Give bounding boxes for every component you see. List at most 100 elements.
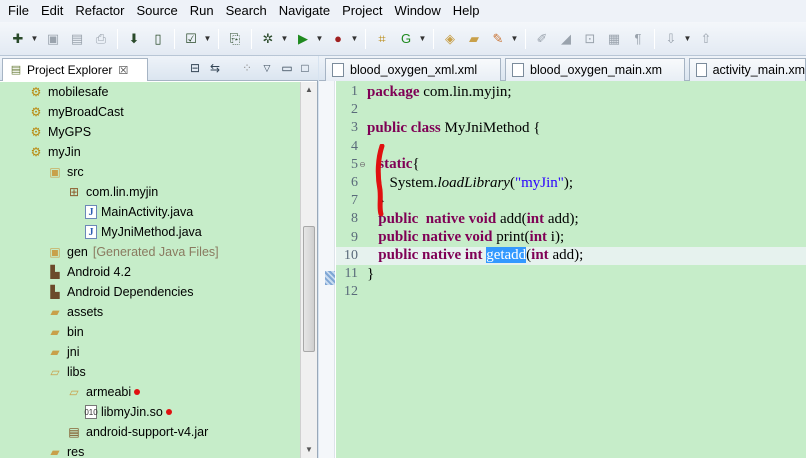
menu-help[interactable]: Help: [447, 0, 486, 22]
code-line[interactable]: 10 public native int getadd(int add);: [336, 246, 806, 265]
code-line[interactable]: 5 ⊖ static{: [336, 156, 806, 174]
toggle-mark-occurrences-icon[interactable]: ✐: [532, 29, 552, 49]
tree-item[interactable]: ▰ jni: [47, 342, 79, 362]
menu-search[interactable]: Search: [220, 0, 273, 22]
debug-icon[interactable]: ✲: [258, 29, 278, 49]
menu-source[interactable]: Source: [131, 0, 184, 22]
toolbar-separator: [525, 28, 526, 49]
menu-file[interactable]: File: [2, 0, 35, 22]
tree-item[interactable]: ⚙ myBroadCast: [28, 102, 124, 122]
maximize-icon[interactable]: □: [296, 60, 314, 76]
tree-item[interactable]: ▱ armeabi: [66, 382, 141, 402]
block-selection-icon[interactable]: ⊡: [580, 29, 600, 49]
code-token: loadLibrary: [437, 174, 510, 191]
tree-item-label: MyJniMethod.java: [101, 225, 202, 239]
code-line[interactable]: 9 public native void print(int i);: [336, 229, 806, 247]
menu-navigate[interactable]: Navigate: [273, 0, 336, 22]
code-line[interactable]: 2: [336, 101, 806, 119]
close-icon[interactable]: ☒: [118, 64, 128, 77]
run-icon[interactable]: ▶: [293, 29, 313, 49]
show-paragraph-icon[interactable]: ¶: [628, 29, 648, 49]
tree-item[interactable]: ▱ libs: [47, 362, 85, 382]
tree-item[interactable]: ▤ android-support-v4.jar: [66, 422, 208, 442]
code-view[interactable]: 1 package com.lin.myjin; 2 3 public class My…: [336, 81, 806, 458]
show-whitespace-icon[interactable]: ▦: [604, 29, 624, 49]
tree-scrollbar[interactable]: ▲ ▼: [300, 82, 317, 458]
task-dropdown-icon[interactable]: ▼: [203, 29, 212, 49]
next-annotation-icon[interactable]: ⇩: [661, 29, 681, 49]
editor-tab[interactable]: activity_main.xm: [689, 58, 806, 81]
menu-project[interactable]: Project: [336, 0, 388, 22]
new-class-icon[interactable]: G: [396, 29, 416, 49]
view-menu-icon[interactable]: ▽: [258, 60, 276, 76]
editor-tab[interactable]: blood_oxygen_xml.xml: [325, 58, 501, 81]
new-dropdown-icon[interactable]: ▼: [30, 29, 39, 49]
fold-toggle-icon[interactable]: ⊖: [358, 160, 367, 169]
new-wizard-icon[interactable]: ✚: [8, 29, 28, 49]
tree-item[interactable]: 010 libmyJin.so: [84, 402, 172, 422]
scrollbar-thumb[interactable]: [303, 226, 315, 352]
menu-edit[interactable]: Edit: [35, 0, 69, 22]
new-java-project-icon[interactable]: ⌗: [372, 29, 392, 49]
tree-item[interactable]: ⊞ com.lin.myjin: [66, 182, 158, 202]
link-with-editor-icon[interactable]: ⇆: [206, 60, 224, 76]
code-line[interactable]: 6 System.loadLibrary("myJin");: [336, 174, 806, 192]
menu-refactor[interactable]: Refactor: [69, 0, 130, 22]
code-line[interactable]: 3 public class MyJniMethod {: [336, 119, 806, 137]
task-checkbox-icon[interactable]: ☑: [181, 29, 201, 49]
menu-run[interactable]: Run: [184, 0, 220, 22]
external-tools-icon[interactable]: ●: [328, 29, 348, 49]
source-folder-icon: ▣: [49, 165, 61, 179]
menu-bar: File Edit Refactor Source Run Search Navigate P…: [0, 0, 806, 22]
search-torch-icon[interactable]: ✎: [488, 29, 508, 49]
tab-project-explorer[interactable]: ▤ Project Explorer ☒: [2, 58, 148, 81]
minimize-icon[interactable]: ▭: [278, 60, 296, 76]
code-line[interactable]: 11}: [336, 265, 806, 283]
code-line[interactable]: 8 public native void add(int add);: [336, 210, 806, 228]
code-line[interactable]: 1 package com.lin.myjin;: [336, 83, 806, 101]
android-avd-manager-icon[interactable]: ▯: [148, 29, 168, 49]
tree-item[interactable]: ⚙ myJin: [28, 142, 81, 162]
tree-item[interactable]: ▣ src: [47, 162, 83, 182]
open-type-icon[interactable]: ◈: [440, 29, 460, 49]
new-android-file-icon[interactable]: ⎘: [225, 29, 245, 49]
search-dropdown-icon[interactable]: ▼: [510, 29, 519, 49]
external-tools-dropdown-icon[interactable]: ▼: [350, 29, 359, 49]
save-all-icon[interactable]: ▤: [67, 29, 87, 49]
scroll-down-icon[interactable]: ▼: [301, 442, 317, 458]
line-number: 11: [344, 266, 358, 281]
tree-item[interactable]: ▙ Android Dependencies: [47, 282, 193, 302]
run-dropdown-icon[interactable]: ▼: [315, 29, 324, 49]
tree-item[interactable]: ⚙ MyGPS: [28, 122, 91, 142]
line-number: 9: [351, 229, 358, 245]
code-line[interactable]: 4: [336, 138, 806, 156]
toggle-highlight-icon[interactable]: ◢: [556, 29, 576, 49]
collapse-all-icon[interactable]: ⊟: [186, 60, 204, 76]
new-class-dropdown-icon[interactable]: ▼: [418, 29, 427, 49]
previous-annotation-icon[interactable]: ⇧: [696, 29, 716, 49]
tree-item[interactable]: ⚙ mobilesafe: [28, 82, 109, 102]
tree-item[interactable]: J MainActivity.java: [85, 202, 193, 222]
code-line[interactable]: 12: [336, 283, 806, 301]
debug-dropdown-icon[interactable]: ▼: [280, 29, 289, 49]
code-line[interactable]: 7 }: [336, 192, 806, 210]
scroll-up-icon[interactable]: ▲: [301, 82, 317, 98]
android-sdk-manager-icon[interactable]: ⬇: [124, 29, 144, 49]
editor-tab[interactable]: blood_oxygen_main.xm: [505, 58, 685, 81]
tree-item[interactable]: ▙ Android 4.2: [47, 262, 131, 282]
folder-open-icon: ▱: [50, 365, 60, 379]
tree-item[interactable]: J MyJniMethod.java: [85, 222, 202, 242]
tree-item[interactable]: ▰ assets: [47, 302, 103, 322]
library-icon: ▙: [50, 265, 60, 279]
tree-item[interactable]: ▰ res: [47, 442, 84, 458]
focus-icon[interactable]: ⁘: [238, 60, 256, 76]
open-folder-icon[interactable]: ▰: [464, 29, 484, 49]
menu-window[interactable]: Window: [389, 0, 447, 22]
tree-item[interactable]: ▣ gen [Generated Java Files]: [47, 242, 218, 262]
save-icon[interactable]: ▣: [43, 29, 63, 49]
tree-item[interactable]: ▰ bin: [47, 322, 83, 342]
next-annotation-dropdown-icon[interactable]: ▼: [683, 29, 692, 49]
print-icon[interactable]: ⎙: [91, 29, 111, 49]
